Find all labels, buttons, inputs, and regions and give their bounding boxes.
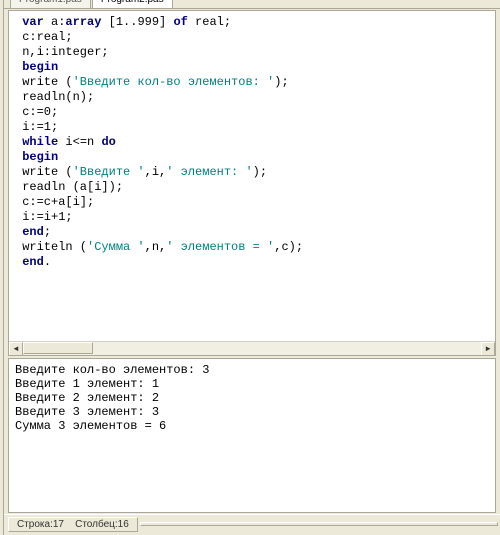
code-text: [1..999] — [101, 15, 173, 29]
status-col-value: 16 — [118, 519, 129, 530]
code-area[interactable]: var a:array [1..999] of real; c:real; n,… — [9, 11, 495, 341]
status-line-label: Строка: — [17, 519, 53, 530]
code-line: n,i:integer; — [15, 45, 489, 60]
code-text: readln (a[i]); — [15, 180, 123, 194]
code-line: c:=0; — [15, 105, 489, 120]
tab-label: Program1.pas — [19, 0, 82, 5]
code-text: ); — [274, 75, 288, 89]
output-line: Сумма 3 элементов = 6 — [15, 419, 489, 433]
output-line: Введите 1 элемент: 1 — [15, 377, 489, 391]
code-keyword: array — [65, 15, 101, 29]
code-keyword: end — [22, 255, 44, 269]
code-keyword: while — [22, 135, 58, 149]
code-text: i<=n — [58, 135, 101, 149]
main-wrapper: Program1.pas Program2.pas var a:array [1… — [0, 0, 500, 535]
code-text: i:=i+1; — [15, 210, 73, 224]
code-line: var a:array [1..999] of real; — [15, 15, 489, 30]
tab-label: Program2.pas — [101, 0, 164, 5]
code-line: begin — [15, 150, 489, 165]
code-text: c:real; — [15, 30, 73, 44]
code-line: end. — [15, 255, 489, 270]
code-text: ; — [44, 225, 51, 239]
code-string: ' элементов = ' — [166, 240, 274, 254]
tab-program1[interactable]: Program1.pas — [10, 0, 91, 8]
code-string: 'Сумма ' — [87, 240, 145, 254]
code-keyword: begin — [22, 150, 58, 164]
code-line: i:=1; — [15, 120, 489, 135]
code-string: 'Введите кол-во элементов: ' — [73, 75, 275, 89]
code-text: c:=c+a[i]; — [15, 195, 94, 209]
tab-program2[interactable]: Program2.pas — [92, 0, 173, 8]
code-line: readln (a[i]); — [15, 180, 489, 195]
code-line: c:real; — [15, 30, 489, 45]
code-keyword: var — [22, 15, 44, 29]
left-gutter — [0, 0, 4, 535]
code-text: write ( — [15, 75, 73, 89]
status-col-label: Столбец: — [75, 519, 118, 530]
code-line: writeln ('Сумма ',n,' элементов = ',c); — [15, 240, 489, 255]
code-line: i:=i+1; — [15, 210, 489, 225]
code-keyword: of — [173, 15, 187, 29]
code-string: ' элемент: ' — [166, 165, 252, 179]
code-text: ); — [253, 165, 267, 179]
code-keyword: begin — [22, 60, 58, 74]
code-line: write ('Введите кол-во элементов: '); — [15, 75, 489, 90]
arrow-left-icon: ◄ — [14, 345, 19, 354]
code-text: i:=1; — [15, 120, 58, 134]
code-text: write ( — [15, 165, 73, 179]
status-line: Строка:17 Столбец:16 — [8, 517, 138, 532]
code-text: a: — [44, 15, 66, 29]
output-line: Введите 2 элемент: 2 — [15, 391, 489, 405]
code-text: ,c); — [274, 240, 303, 254]
scroll-track[interactable] — [23, 342, 481, 355]
code-line: readln(n); — [15, 90, 489, 105]
status-line-value: 17 — [53, 519, 64, 530]
arrow-right-icon: ► — [486, 345, 491, 354]
code-line: end; — [15, 225, 489, 240]
scroll-thumb[interactable] — [23, 342, 93, 354]
hscroll: ◄ ► — [9, 341, 495, 355]
code-text: real; — [188, 15, 231, 29]
code-keyword: end — [22, 225, 44, 239]
code-text: ,n, — [145, 240, 167, 254]
status-spacer — [140, 522, 498, 526]
code-text: readln(n); — [15, 90, 94, 104]
code-line: c:=c+a[i]; — [15, 195, 489, 210]
code-text: ,i, — [145, 165, 167, 179]
status-bar: Строка:17 Столбец:16 — [0, 514, 500, 533]
output-line: Введите 3 элемент: 3 — [15, 405, 489, 419]
code-line: begin — [15, 60, 489, 75]
code-line: write ('Введите ',i,' элемент: '); — [15, 165, 489, 180]
scroll-left-button[interactable]: ◄ — [9, 342, 23, 356]
code-text: n,i:integer; — [15, 45, 109, 59]
code-string: 'Введите ' — [73, 165, 145, 179]
output-line: Введите кол-во элементов: 3 — [15, 363, 489, 377]
output-pane[interactable]: Введите кол-во элементов: 3Введите 1 эле… — [8, 358, 496, 513]
code-text: writeln ( — [15, 240, 87, 254]
code-text: c:=0; — [15, 105, 58, 119]
editor-pane[interactable]: var a:array [1..999] of real; c:real; n,… — [8, 10, 496, 356]
tabs-bar: Program1.pas Program2.pas — [0, 0, 500, 9]
scroll-right-button[interactable]: ► — [481, 342, 495, 356]
code-text: . — [44, 255, 51, 269]
code-keyword: do — [101, 135, 115, 149]
code-line: while i<=n do — [15, 135, 489, 150]
